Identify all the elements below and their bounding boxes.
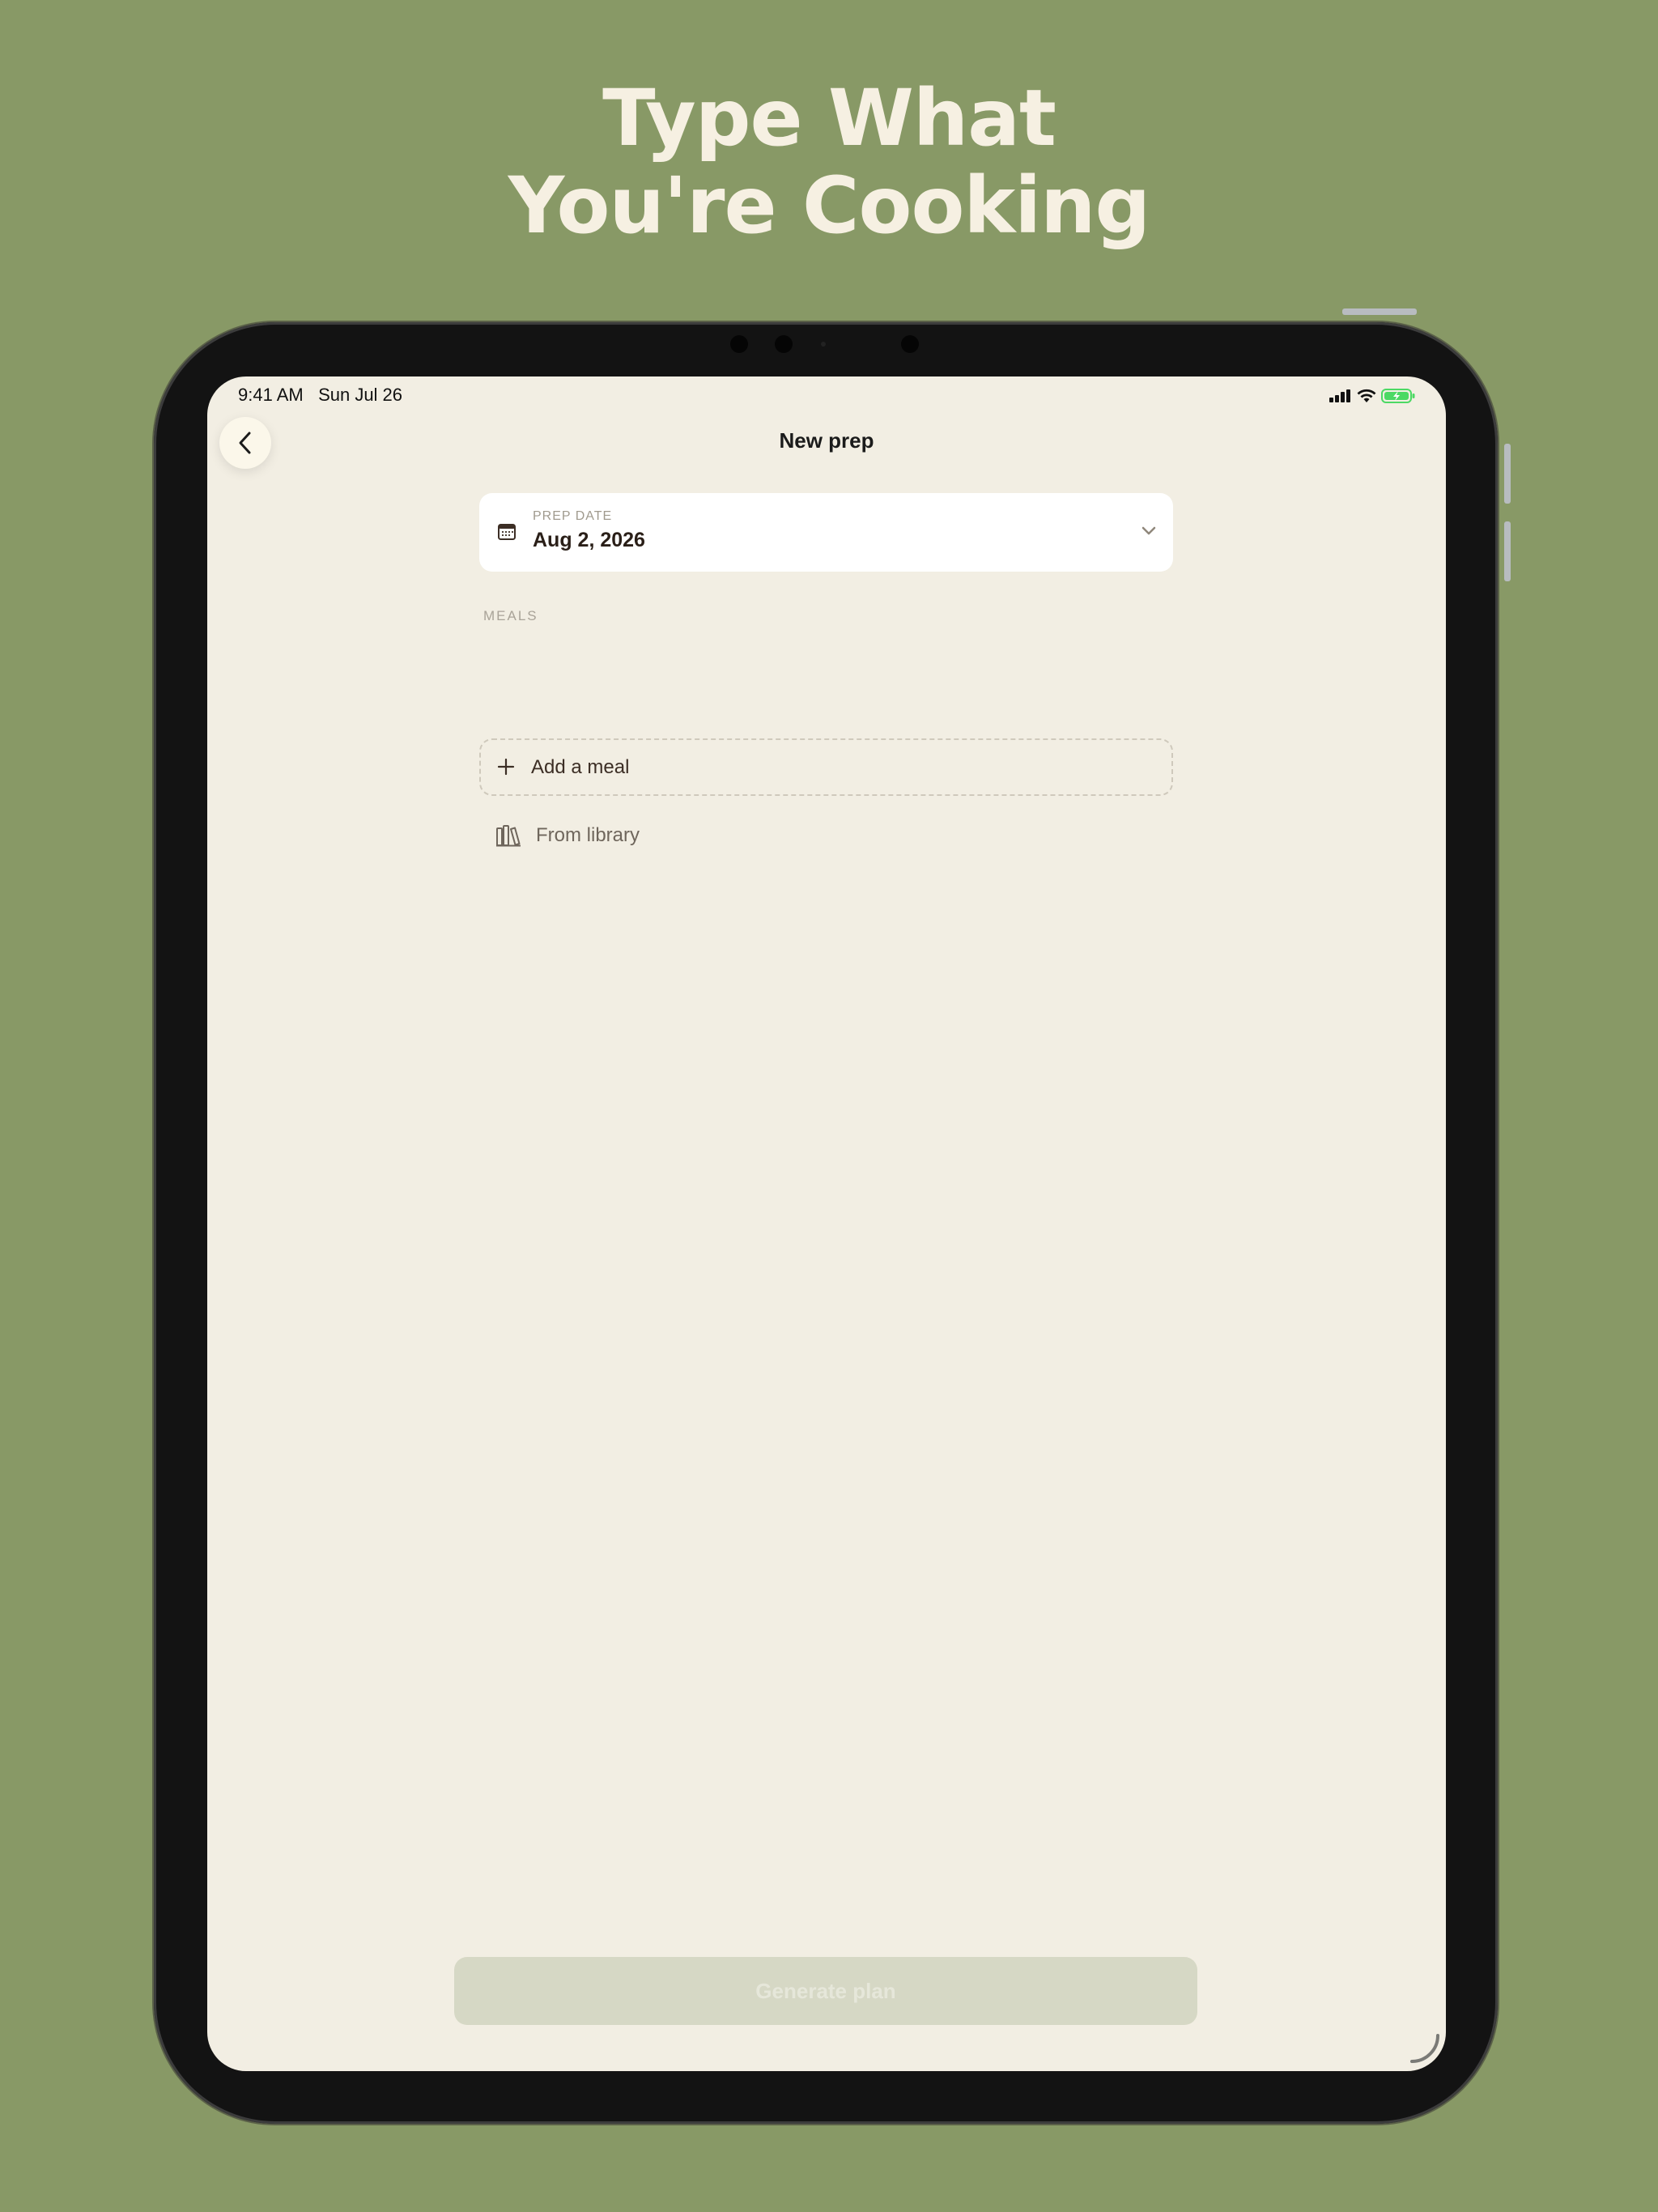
status-time: 9:41 AM	[238, 385, 304, 405]
generate-plan-button[interactable]: Generate plan	[454, 1957, 1197, 2025]
page-title: New prep	[779, 428, 874, 453]
plus-icon	[497, 758, 515, 776]
headline-line-2: You're Cooking	[508, 160, 1150, 251]
device-volume-down-button	[1504, 521, 1511, 581]
resize-corner-icon	[1410, 2034, 1439, 2063]
camera-sensor	[775, 335, 793, 353]
signal-icon	[1329, 389, 1350, 402]
from-library-label: From library	[536, 824, 640, 846]
wifi-icon	[1357, 389, 1376, 402]
camera-dot	[821, 342, 826, 347]
prep-date-label: PREP DATE	[533, 509, 613, 523]
camera-sensor	[730, 335, 748, 353]
prep-date-picker[interactable]: PREP DATE Aug 2, 2026	[479, 493, 1173, 572]
chevron-down-icon	[1141, 526, 1156, 535]
prep-date-value: Aug 2, 2026	[533, 529, 645, 551]
add-meal-button[interactable]: Add a meal	[479, 738, 1173, 796]
camera-lens	[901, 335, 919, 353]
calendar-icon	[498, 524, 516, 540]
library-books-icon	[496, 825, 521, 847]
app-screen: 9:41 AM Sun Jul 26 New prep PREP DATE Au…	[207, 376, 1446, 2071]
from-library-button[interactable]: From library	[495, 821, 640, 850]
headline-line-1: Type What	[602, 73, 1056, 164]
headline: Type What You're Cooking	[0, 74, 1658, 249]
device-volume-up-button	[1504, 444, 1511, 504]
status-date: Sun Jul 26	[318, 385, 403, 405]
status-icons	[1329, 388, 1415, 404]
meals-section-label: MEALS	[483, 608, 538, 623]
add-meal-label: Add a meal	[531, 756, 630, 778]
status-bar-time: 9:41 AM Sun Jul 26	[238, 385, 402, 406]
battery-icon	[1381, 389, 1415, 403]
device-top-button	[1342, 308, 1417, 315]
generate-plan-label: Generate plan	[755, 1978, 896, 2003]
